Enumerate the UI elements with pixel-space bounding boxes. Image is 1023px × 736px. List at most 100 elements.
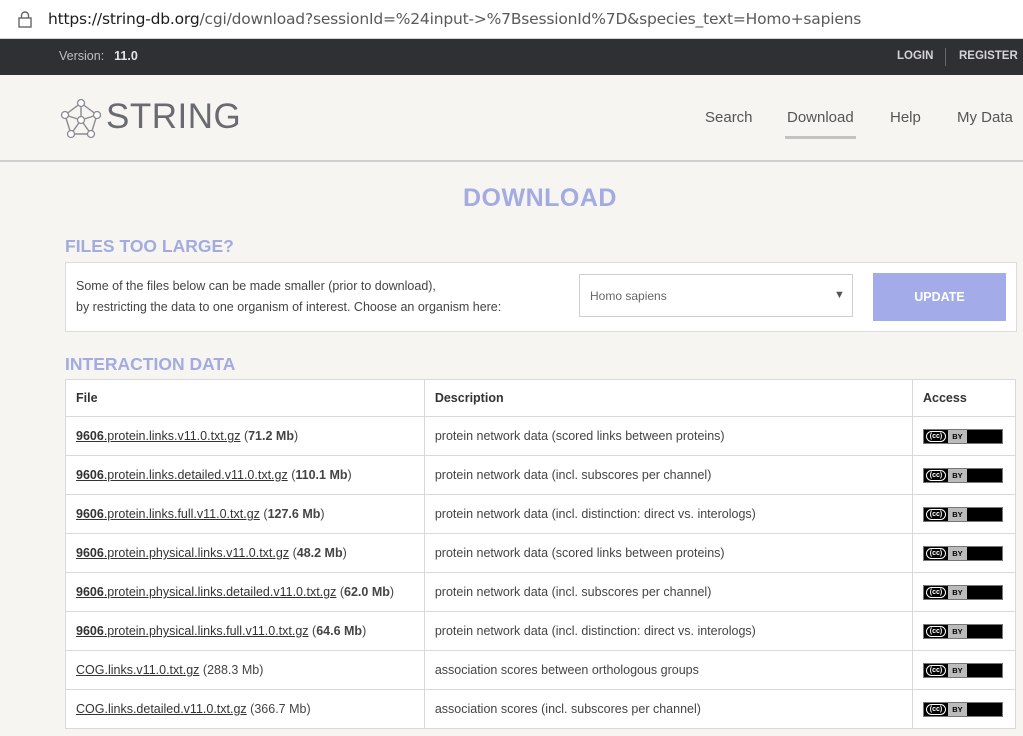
cc-by-license-icon[interactable]: (cc) BY (922, 506, 1003, 522)
file-download-link[interactable]: 9606.protein.physical.links.full.v11.0.t… (76, 624, 309, 638)
file-download-link[interactable]: 9606.protein.physical.links.detailed.v11… (76, 585, 336, 599)
interaction-data-table: File Description Access 9606.protein.lin… (65, 379, 1017, 729)
cc-label: (cc) (925, 703, 946, 715)
url-text[interactable]: https://string-db.org/cgi/download?sessi… (48, 10, 861, 28)
file-download-link[interactable]: 9606.protein.links.v11.0.txt.gz (76, 429, 240, 443)
cc-label: (cc) (925, 586, 946, 598)
filter-description: Some of the files below can be made smal… (76, 276, 501, 318)
access-cell: (cc) BY (911, 689, 1017, 729)
active-nav-underline (785, 136, 856, 139)
cc-by-license-icon[interactable]: (cc) BY (922, 662, 1003, 678)
url-path: /cgi/download?sessionId=%24input->%7Bses… (199, 10, 862, 28)
by-label: BY (947, 507, 967, 521)
file-cell: 9606.protein.links.full.v11.0.txt.gz (12… (65, 494, 425, 534)
site-header: STRING Search Download Help My Data (0, 75, 1023, 162)
file-prefix: 9606 (76, 507, 104, 521)
nav-help[interactable]: Help (890, 109, 921, 126)
cc-label: (cc) (925, 547, 946, 559)
filter-text-line-1: Some of the files below can be made smal… (76, 279, 436, 293)
cc-by-license-icon[interactable]: (cc) BY (922, 428, 1003, 444)
file-cell: COG.links.v11.0.txt.gz (288.3 Mb) (65, 650, 425, 690)
by-label: BY (947, 702, 967, 716)
login-link[interactable]: LOGIN (897, 50, 933, 62)
access-cell: (cc) BY (911, 455, 1017, 495)
file-download-link[interactable]: 9606.protein.links.detailed.v11.0.txt.gz (76, 468, 288, 482)
register-link[interactable]: REGISTER (959, 50, 1018, 62)
description-cell: association scores between orthologous g… (423, 650, 913, 690)
by-label: BY (947, 468, 967, 482)
description-cell: protein network data (incl. subscores pe… (423, 572, 913, 612)
cc-label: (cc) (925, 469, 946, 481)
table-row: 9606.protein.physical.links.full.v11.0.t… (65, 611, 1017, 651)
column-header-access: Access (911, 379, 1017, 417)
nav-mydata[interactable]: My Data (957, 109, 1013, 126)
file-prefix: 9606 (76, 585, 104, 599)
divider (945, 48, 946, 66)
file-download-link[interactable]: COG.links.detailed.v11.0.txt.gz (76, 702, 247, 716)
version-value: 11.0 (114, 49, 138, 63)
access-cell: (cc) BY (911, 494, 1017, 534)
by-label: BY (947, 585, 967, 599)
file-cell: 9606.protein.links.v11.0.txt.gz (71.2 Mb… (65, 416, 425, 456)
file-cell: 9606.protein.physical.links.full.v11.0.t… (65, 611, 425, 651)
file-download-link[interactable]: 9606.protein.links.full.v11.0.txt.gz (76, 507, 260, 521)
chevron-down-icon: ▼ (834, 289, 845, 301)
access-cell: (cc) BY (911, 416, 1017, 456)
file-name: COG.links.v11.0.txt.gz (76, 663, 200, 677)
string-logo-icon[interactable] (60, 98, 102, 140)
nav-download[interactable]: Download (787, 109, 854, 126)
organism-select[interactable]: Homo sapiens ▼ (579, 274, 853, 317)
file-download-link[interactable]: 9606.protein.physical.links.v11.0.txt.gz (76, 546, 289, 560)
access-cell: (cc) BY (911, 611, 1017, 651)
filter-text-line-2: by restricting the data to one organism … (76, 300, 502, 314)
lock-icon (18, 11, 32, 28)
table-row: 9606.protein.links.full.v11.0.txt.gz (12… (65, 494, 1017, 534)
file-cell: 9606.protein.physical.links.detailed.v11… (65, 572, 425, 612)
file-name: .protein.links.detailed.v11.0.txt.gz (103, 468, 288, 482)
by-label: BY (947, 663, 967, 677)
update-button[interactable]: UPDATE (873, 273, 1006, 321)
cc-by-license-icon[interactable]: (cc) BY (922, 701, 1003, 717)
file-size: (288.3 Mb) (202, 663, 264, 677)
column-header-description: Description (423, 379, 913, 417)
cc-by-license-icon[interactable]: (cc) BY (922, 545, 1003, 561)
access-cell: (cc) BY (911, 650, 1017, 690)
file-size: (64.6 Mb) (312, 624, 367, 638)
version-label: Version: (59, 49, 105, 63)
file-download-link[interactable]: COG.links.v11.0.txt.gz (76, 663, 199, 677)
nav-search[interactable]: Search (705, 109, 753, 126)
table-row: 9606.protein.physical.links.detailed.v11… (65, 572, 1017, 612)
url-host: https://string-db.org (48, 10, 200, 28)
browser-address-bar[interactable]: https://string-db.org/cgi/download?sessi… (0, 0, 1023, 39)
file-size: (48.2 Mb) (292, 546, 347, 560)
table-header-row: File Description Access (65, 379, 1017, 417)
file-name: .protein.physical.links.v11.0.txt.gz (103, 546, 290, 560)
description-cell: protein network data (scored links betwe… (423, 533, 913, 573)
description-cell: protein network data (incl. subscores pe… (423, 455, 913, 495)
file-prefix: 9606 (76, 468, 104, 482)
file-prefix: 9606 (76, 624, 104, 638)
file-size-value: 48.2 Mb (296, 546, 343, 560)
logo-text[interactable]: STRING (106, 97, 241, 137)
table-row: COG.links.detailed.v11.0.txt.gz (366.7 M… (65, 689, 1017, 729)
cc-by-license-icon[interactable]: (cc) BY (922, 623, 1003, 639)
file-size-value: 288.3 Mb (207, 663, 260, 677)
cc-label: (cc) (925, 664, 946, 676)
description-cell: protein network data (incl. distinction:… (423, 611, 913, 651)
by-label: BY (947, 624, 967, 638)
access-cell: (cc) BY (911, 572, 1017, 612)
column-header-file: File (65, 379, 425, 417)
organism-filter-box: Some of the files below can be made smal… (65, 262, 1017, 332)
by-label: BY (947, 429, 967, 443)
table-row: COG.links.v11.0.txt.gz (288.3 Mb) associa… (65, 650, 1017, 690)
version-info: Version: 11.0 (59, 49, 138, 63)
file-name: .protein.links.v11.0.txt.gz (103, 429, 241, 443)
file-name: .protein.physical.links.detailed.v11.0.t… (103, 585, 337, 599)
file-size-value: 366.7 Mb (254, 702, 307, 716)
cc-by-license-icon[interactable]: (cc) BY (922, 584, 1003, 600)
cc-by-license-icon[interactable]: (cc) BY (922, 467, 1003, 483)
file-name: .protein.links.full.v11.0.txt.gz (103, 507, 260, 521)
file-size-value: 64.6 Mb (316, 624, 363, 638)
access-cell: (cc) BY (911, 533, 1017, 573)
description-cell: protein network data (incl. distinction:… (423, 494, 913, 534)
